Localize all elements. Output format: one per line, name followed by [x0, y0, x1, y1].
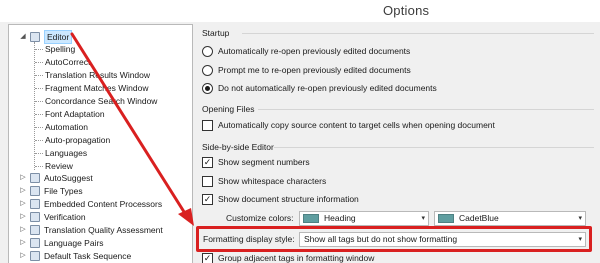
tree-item-label: Review	[45, 161, 73, 171]
tree-item-label: Concordance Search Window	[45, 96, 158, 106]
color-value-select[interactable]: CadetBlue ▾	[434, 211, 586, 226]
task-sequence-gear-icon	[30, 251, 40, 261]
tree-item-label: Editor	[44, 30, 73, 44]
tree-item-label: Languages	[45, 148, 88, 158]
tree-guide-branch	[35, 114, 43, 115]
checkbox[interactable]	[202, 176, 213, 187]
tree-item-label: File Types	[44, 186, 83, 196]
chevron-down-icon: ▾	[578, 215, 582, 222]
group-divider	[258, 109, 594, 110]
tree-item-label: Auto-propagation	[45, 135, 111, 145]
expand-arrow-icon[interactable]: ▷	[19, 250, 27, 262]
color-element-select[interactable]: Heading ▾	[299, 211, 429, 226]
group-title-startup: Startup	[202, 28, 230, 38]
quality-assessment-icon	[30, 225, 40, 235]
tree-guide-branch	[35, 88, 43, 89]
color-swatch	[303, 214, 319, 223]
checkbox-label: Group adjacent tags in formatting window	[218, 253, 375, 263]
embedded-content-icon	[30, 199, 40, 209]
checkbox[interactable]	[202, 120, 213, 131]
tree-guide-branch	[35, 127, 43, 128]
options-tree[interactable]: ◢ Editor Spelling AutoCorrect Translatio…	[8, 24, 193, 263]
file-types-icon	[30, 186, 40, 196]
radio-button[interactable]	[202, 46, 213, 57]
tree-item-label: Spelling	[45, 44, 76, 54]
tree-guide-branch	[35, 153, 43, 154]
tree-guide-branch	[35, 166, 43, 167]
title-bar: Options	[0, 0, 600, 22]
tree-item-label: Default Task Sequence	[44, 251, 132, 261]
expand-arrow-icon[interactable]: ▷	[19, 185, 27, 197]
tree-item-label: Translation Quality Assessment	[44, 225, 163, 235]
checkbox-label: Automatically copy source content to tar…	[218, 120, 495, 130]
tree-guide-branch	[35, 101, 43, 102]
radio-button-selected[interactable]	[202, 83, 213, 94]
checkbox-label: Show segment numbers	[218, 157, 310, 167]
tree-item-label: Font Adaptation	[45, 109, 105, 119]
annotation-highlight-box	[196, 226, 592, 252]
tree-item-label: Fragment Matches Window	[45, 83, 149, 93]
language-pairs-icon	[30, 238, 40, 248]
checkbox-checked[interactable]: ✓	[202, 157, 213, 168]
tree-item-label: Verification	[44, 212, 86, 222]
tree-item-label: Language Pairs	[44, 238, 104, 248]
autosuggest-icon	[30, 173, 40, 183]
tree-item-label: Automation	[45, 122, 88, 132]
expand-arrow-icon[interactable]: ▷	[19, 211, 27, 223]
editor-pencil-icon	[30, 32, 40, 42]
radio-label: Do not automatically re-open previously …	[218, 83, 437, 93]
checkbox-checked[interactable]: ✓	[202, 194, 213, 205]
tree-item-label: Translation Results Window	[45, 70, 151, 80]
tree-item-label: Embedded Content Processors	[44, 199, 163, 209]
select-value: CadetBlue	[459, 213, 499, 223]
expand-arrow-icon[interactable]: ▷	[19, 224, 27, 236]
color-swatch	[438, 214, 454, 223]
group-title-side-by-side: Side-by-side Editor	[202, 142, 274, 152]
window-title: Options	[383, 3, 430, 18]
group-divider	[274, 147, 594, 148]
expand-arrow-icon[interactable]: ▷	[19, 172, 27, 184]
tree-guide-branch	[35, 140, 43, 141]
verification-icon	[30, 212, 40, 222]
tree-guide-branch	[35, 49, 43, 50]
expand-arrow-icon[interactable]: ▷	[19, 198, 27, 210]
radio-button[interactable]	[202, 65, 213, 76]
tree-guide-branch	[35, 75, 43, 76]
expand-arrow-icon[interactable]: ▷	[19, 237, 27, 249]
checkbox-label: Show document structure information	[218, 194, 359, 204]
radio-label: Automatically re-open previously edited …	[218, 46, 411, 56]
tree-item-label: AutoSuggest	[44, 173, 93, 183]
tree-item-label: AutoCorrect	[45, 57, 91, 67]
radio-label: Prompt me to re-open previously edited d…	[218, 65, 411, 75]
select-value: Heading	[324, 213, 356, 223]
customize-colors-label: Customize colors:	[226, 213, 294, 223]
checkbox-checked[interactable]: ✓	[202, 253, 213, 263]
group-divider	[242, 33, 594, 34]
checkbox-label: Show whitespace characters	[218, 176, 327, 186]
group-title-opening-files: Opening Files	[202, 104, 255, 114]
collapse-arrow-icon[interactable]: ◢	[19, 31, 27, 43]
tree-guide-branch	[35, 62, 43, 63]
chevron-down-icon: ▾	[421, 215, 425, 222]
